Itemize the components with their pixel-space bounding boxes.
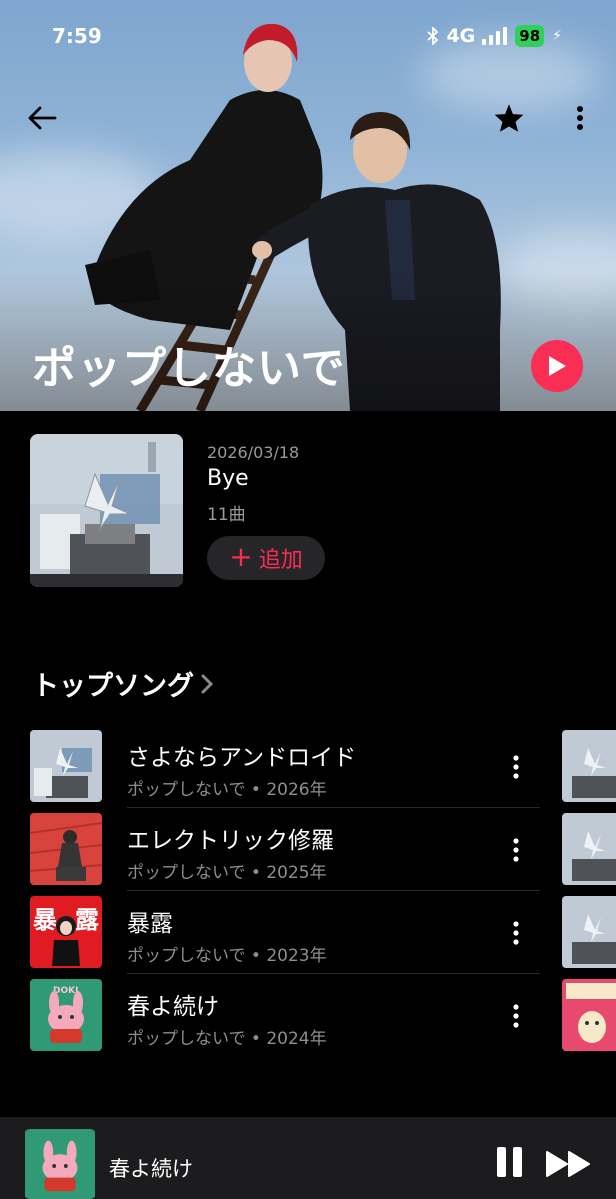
battery-level: 98 bbox=[519, 27, 541, 45]
bluetooth-icon bbox=[427, 27, 439, 45]
latest-release-artwork[interactable] bbox=[30, 434, 183, 587]
release-date: 2026/03/18 bbox=[207, 443, 300, 462]
play-artist-button[interactable] bbox=[531, 340, 583, 392]
mini-player[interactable]: 春よ続け bbox=[0, 1117, 616, 1199]
more-options-button[interactable] bbox=[562, 100, 598, 136]
add-button-label: 追加 bbox=[258, 548, 303, 573]
more-vertical-icon bbox=[513, 755, 519, 779]
next-page-song-artwork[interactable] bbox=[562, 896, 616, 968]
play-icon bbox=[549, 356, 566, 376]
now-playing-artwork bbox=[24, 1129, 96, 1199]
status-time: 7:59 bbox=[52, 24, 102, 48]
fast-forward-icon bbox=[546, 1151, 590, 1177]
status-icons: 4G 98 ⚡ bbox=[427, 25, 562, 47]
row-divider bbox=[127, 807, 540, 808]
back-button[interactable] bbox=[24, 100, 60, 136]
next-page-song-artwork[interactable] bbox=[562, 730, 616, 802]
song-title: さよならアンドロイド bbox=[127, 745, 357, 771]
song-artwork bbox=[30, 813, 102, 885]
song-subtitle: ポップしないで • 2024年 bbox=[127, 1029, 327, 1049]
next-page-song-artwork[interactable] bbox=[562, 979, 616, 1051]
song-title: エレクトリック修羅 bbox=[127, 828, 334, 854]
song-subtitle: ポップしないで • 2023年 bbox=[127, 946, 327, 966]
next-page-song-artwork[interactable] bbox=[562, 813, 616, 885]
row-divider bbox=[127, 890, 540, 891]
song-subtitle: ポップしないで • 2025年 bbox=[127, 863, 327, 883]
song-more-button[interactable] bbox=[504, 752, 528, 782]
song-row[interactable]: エレクトリック修羅 ポップしないで • 2025年 bbox=[0, 813, 540, 896]
add-to-library-button[interactable]: + 追加 bbox=[207, 536, 325, 580]
song-row[interactable]: 暴 露 暴露 ポップしないで • 2023年 bbox=[0, 896, 540, 979]
pause-icon bbox=[496, 1147, 506, 1177]
now-playing-title: 春よ続け bbox=[109, 1157, 193, 1181]
more-vertical-icon bbox=[513, 921, 519, 945]
song-artwork: 暴 露 bbox=[30, 896, 102, 968]
song-title: 春よ続け bbox=[127, 994, 219, 1020]
more-vertical-icon bbox=[577, 106, 583, 130]
song-row[interactable]: DOKI 春よ続け ポップしないで • 2024年 bbox=[0, 979, 540, 1062]
song-title: 暴露 bbox=[127, 911, 173, 937]
more-vertical-icon bbox=[513, 1004, 519, 1028]
arrow-left-icon bbox=[28, 106, 57, 130]
next-track-button[interactable] bbox=[545, 1148, 593, 1180]
song-artwork: DOKI bbox=[30, 979, 102, 1051]
signal-icon bbox=[482, 27, 508, 45]
network-type: 4G bbox=[446, 25, 476, 47]
top-songs-header[interactable]: トップソング bbox=[32, 664, 214, 703]
song-artwork bbox=[30, 730, 102, 802]
song-subtitle: ポップしないで • 2026年 bbox=[127, 780, 327, 800]
release-title[interactable]: Bye bbox=[207, 466, 249, 491]
album-art-bye bbox=[30, 434, 183, 587]
plus-icon: + bbox=[229, 539, 253, 573]
song-row[interactable]: さよならアンドロイド ポップしないで • 2026年 bbox=[0, 730, 540, 813]
charging-icon: ⚡ bbox=[552, 28, 562, 44]
more-vertical-icon bbox=[513, 838, 519, 862]
art-text: 露 bbox=[75, 906, 100, 934]
row-divider bbox=[127, 973, 540, 974]
chevron-right-icon bbox=[201, 674, 214, 693]
art-text: 暴 bbox=[33, 906, 58, 934]
favorite-button[interactable] bbox=[491, 100, 527, 136]
status-bar: 7:59 4G 98 ⚡ bbox=[0, 0, 616, 70]
battery-indicator: 98 bbox=[515, 25, 545, 47]
section-title: トップソング bbox=[32, 671, 194, 702]
star-icon bbox=[494, 104, 524, 132]
song-more-button[interactable] bbox=[504, 918, 528, 948]
song-more-button[interactable] bbox=[504, 835, 528, 865]
pause-button[interactable] bbox=[493, 1147, 525, 1181]
artist-name: ポップしないで bbox=[32, 343, 346, 394]
release-track-count: 11曲 bbox=[207, 505, 246, 525]
song-more-button[interactable] bbox=[504, 1001, 528, 1031]
